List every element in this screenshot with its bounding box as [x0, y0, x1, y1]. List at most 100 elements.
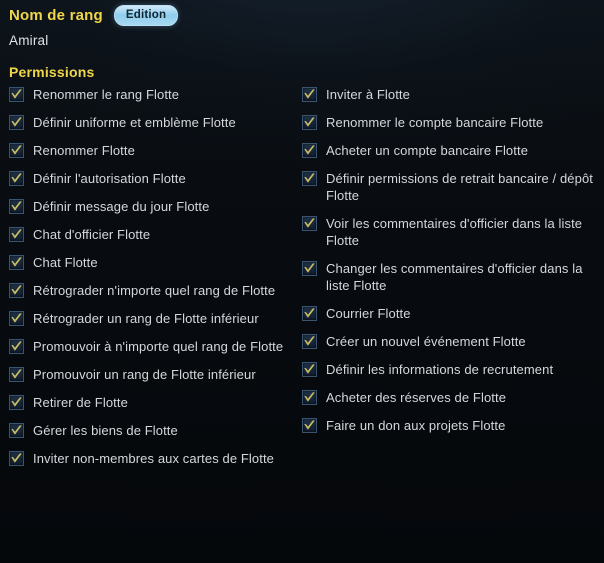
permission-row[interactable]: Acheter un compte bancaire Flotte — [302, 142, 596, 159]
permission-label: Créer un nouvel événement Flotte — [326, 334, 526, 349]
permission-checkbox[interactable] — [9, 143, 24, 158]
permission-label: Définir les informations de recrutement — [326, 362, 554, 377]
permission-label: Promouvoir à n'importe quel rang de Flot… — [33, 339, 284, 354]
permission-row[interactable]: Courrier Flotte — [302, 305, 596, 322]
permission-checkbox[interactable] — [302, 87, 317, 102]
check-icon — [11, 257, 22, 267]
check-icon — [304, 263, 315, 273]
permission-checkbox[interactable] — [9, 451, 24, 466]
permission-checkbox[interactable] — [9, 311, 24, 326]
rank-name-value: Amiral — [9, 33, 49, 48]
permission-label: Chat d'officier Flotte — [33, 227, 151, 242]
permission-row[interactable]: Promouvoir à n'importe quel rang de Flot… — [9, 338, 292, 355]
permission-row[interactable]: Inviter à Flotte — [302, 86, 596, 103]
permission-checkbox[interactable] — [302, 306, 317, 321]
permission-checkbox[interactable] — [302, 390, 317, 405]
check-icon — [304, 364, 315, 374]
permission-row[interactable]: Changer les commentaires d'officier dans… — [302, 260, 596, 294]
permission-checkbox[interactable] — [9, 115, 24, 130]
permission-checkbox[interactable] — [302, 418, 317, 433]
permission-label: Gérer les biens de Flotte — [33, 423, 178, 438]
permission-row[interactable]: Gérer les biens de Flotte — [9, 422, 292, 439]
permission-checkbox[interactable] — [302, 261, 317, 276]
permission-row[interactable]: Acheter des réserves de Flotte — [302, 389, 596, 406]
rank-name-header: Nom de rang Edition — [9, 4, 179, 26]
check-icon — [304, 117, 315, 127]
permission-checkbox[interactable] — [9, 199, 24, 214]
permission-row[interactable]: Rétrograder un rang de Flotte inférieur — [9, 310, 292, 327]
permission-label: Acheter un compte bancaire Flotte — [326, 143, 529, 158]
permission-row[interactable]: Renommer le rang Flotte — [9, 86, 292, 103]
permission-checkbox[interactable] — [9, 255, 24, 270]
permissions-right-column: Inviter à Flotte Renommer le compte banca… — [298, 86, 604, 478]
permission-label: Renommer Flotte — [33, 143, 135, 158]
permission-checkbox[interactable] — [302, 171, 317, 186]
permission-checkbox[interactable] — [302, 115, 317, 130]
permission-label: Faire un don aux projets Flotte — [326, 418, 506, 433]
permission-row[interactable]: Inviter non-membres aux cartes de Flotte — [9, 450, 292, 467]
check-icon — [11, 453, 22, 463]
permission-row[interactable]: Définir l'autorisation Flotte — [9, 170, 292, 187]
permission-label: Acheter des réserves de Flotte — [326, 390, 507, 405]
permission-checkbox[interactable] — [9, 339, 24, 354]
permission-row[interactable]: Définir les informations de recrutement — [302, 361, 596, 378]
check-icon — [304, 420, 315, 430]
permission-label: Voir les commentaires d'officier dans la… — [326, 216, 583, 248]
check-icon — [11, 173, 22, 183]
permission-checkbox[interactable] — [302, 216, 317, 231]
check-icon — [11, 117, 22, 127]
permission-label: Retirer de Flotte — [33, 395, 128, 410]
permission-row[interactable]: Définir permissions de retrait bancaire … — [302, 170, 596, 204]
permission-checkbox[interactable] — [9, 283, 24, 298]
permission-row[interactable]: Voir les commentaires d'officier dans la… — [302, 215, 596, 249]
permissions-section-title: Permissions — [9, 64, 95, 80]
permission-checkbox[interactable] — [9, 367, 24, 382]
permission-checkbox[interactable] — [9, 227, 24, 242]
edition-badge-button[interactable]: Edition — [113, 4, 179, 26]
permission-checkbox[interactable] — [302, 143, 317, 158]
permission-row[interactable]: Retirer de Flotte — [9, 394, 292, 411]
permission-label: Définir uniforme et emblème Flotte — [33, 115, 236, 130]
permission-row[interactable]: Créer un nouvel événement Flotte — [302, 333, 596, 350]
permission-checkbox[interactable] — [302, 362, 317, 377]
permission-checkbox[interactable] — [9, 87, 24, 102]
permission-row[interactable]: Promouvoir un rang de Flotte inférieur — [9, 366, 292, 383]
permissions-columns: Renommer le rang Flotte Définir uniforme … — [0, 86, 604, 478]
check-icon — [304, 89, 315, 99]
permission-row[interactable]: Définir message du jour Flotte — [9, 198, 292, 215]
permission-checkbox[interactable] — [9, 395, 24, 410]
check-icon — [11, 369, 22, 379]
check-icon — [11, 229, 22, 239]
permission-row[interactable]: Faire un don aux projets Flotte — [302, 417, 596, 434]
permission-checkbox[interactable] — [9, 423, 24, 438]
permission-row[interactable]: Renommer Flotte — [9, 142, 292, 159]
permission-label: Promouvoir un rang de Flotte inférieur — [33, 367, 256, 382]
check-icon — [11, 397, 22, 407]
permission-label: Inviter à Flotte — [326, 87, 410, 102]
check-icon — [11, 313, 22, 323]
check-icon — [304, 218, 315, 228]
permission-row[interactable]: Chat Flotte — [9, 254, 292, 271]
permission-label: Changer les commentaires d'officier dans… — [326, 261, 583, 293]
check-icon — [11, 285, 22, 295]
permission-row[interactable]: Renommer le compte bancaire Flotte — [302, 114, 596, 131]
permission-checkbox[interactable] — [9, 171, 24, 186]
permission-row[interactable]: Rétrograder n'importe quel rang de Flott… — [9, 282, 292, 299]
permissions-left-column: Renommer le rang Flotte Définir uniforme … — [0, 86, 298, 478]
permission-label: Courrier Flotte — [326, 306, 411, 321]
permission-label: Définir message du jour Flotte — [33, 199, 210, 214]
permission-label: Chat Flotte — [33, 255, 98, 270]
check-icon — [11, 425, 22, 435]
permission-label: Définir l'autorisation Flotte — [33, 171, 186, 186]
permission-checkbox[interactable] — [302, 334, 317, 349]
permission-label: Renommer le compte bancaire Flotte — [326, 115, 544, 130]
permission-row[interactable]: Définir uniforme et emblème Flotte — [9, 114, 292, 131]
check-icon — [11, 341, 22, 351]
permission-label: Inviter non-membres aux cartes de Flotte — [33, 451, 274, 466]
check-icon — [304, 336, 315, 346]
check-icon — [304, 145, 315, 155]
permission-row[interactable]: Chat d'officier Flotte — [9, 226, 292, 243]
check-icon — [11, 89, 22, 99]
check-icon — [11, 201, 22, 211]
check-icon — [304, 173, 315, 183]
